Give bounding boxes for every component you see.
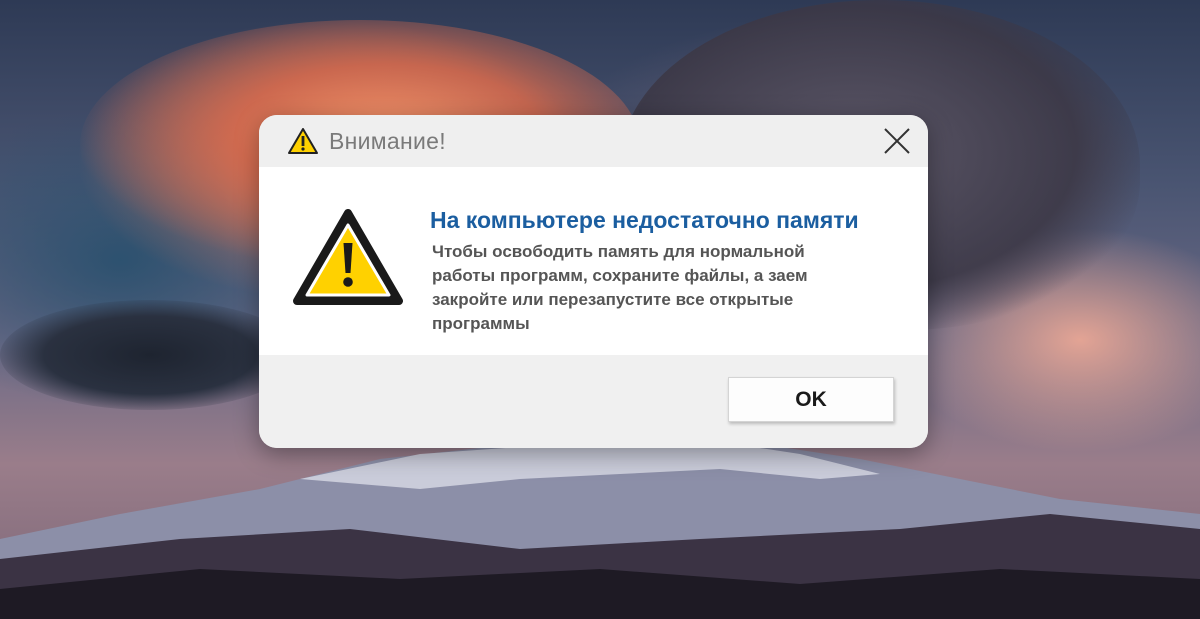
- background-mountain: [0, 434, 1200, 619]
- dialog-message: Чтобы освободить память для нормальной р…: [432, 242, 808, 333]
- close-icon[interactable]: [879, 123, 915, 159]
- dialog-footer: OK: [259, 355, 928, 448]
- background-cloud-low: [0, 300, 300, 410]
- dialog-title: Внимание!: [329, 128, 446, 154]
- dialog-content: На компьютере недостаточно памяти Чтобы …: [259, 167, 928, 355]
- dialog-titlebar: Внимание!: [259, 115, 928, 167]
- ok-button[interactable]: OK: [728, 377, 894, 422]
- dialog-heading: На компьютере недостаточно памяти: [430, 207, 859, 233]
- warning-icon: [288, 128, 318, 154]
- alert-dialog: Внимание! На компьютере недостаточно пам…: [259, 115, 928, 448]
- warning-icon: [293, 209, 403, 305]
- desktop-background: Внимание! На компьютере недостаточно пам…: [0, 0, 1200, 619]
